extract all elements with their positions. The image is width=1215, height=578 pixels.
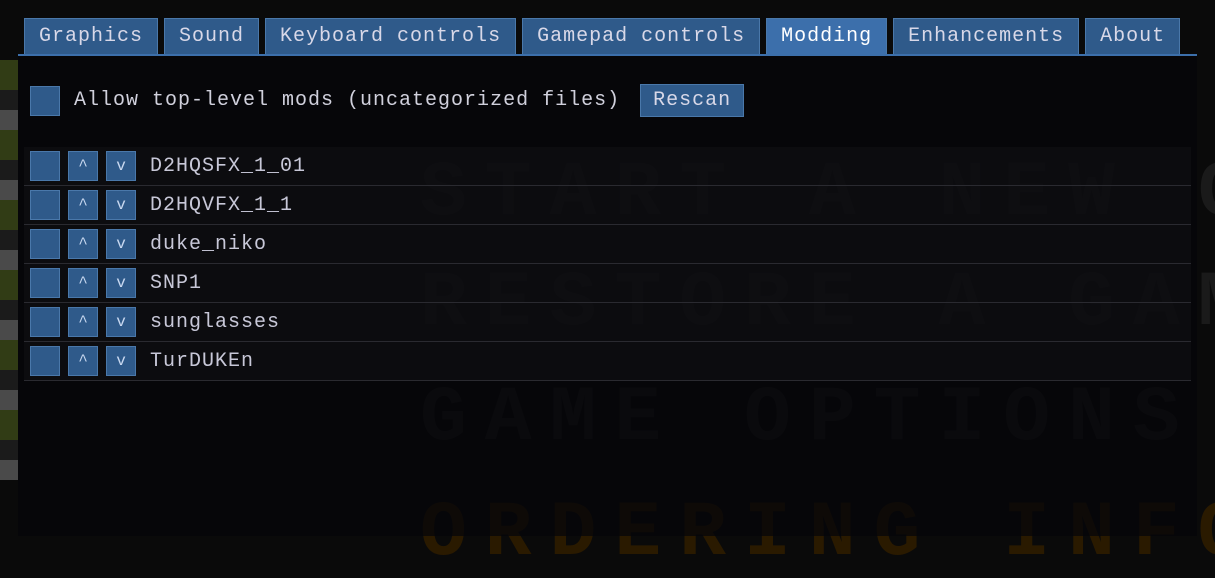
move-up-button[interactable]: ^ (68, 268, 98, 298)
move-up-button[interactable]: ^ (68, 346, 98, 376)
mod-enable-checkbox[interactable] (30, 190, 60, 220)
move-down-button[interactable]: v (106, 190, 136, 220)
move-up-button[interactable]: ^ (68, 190, 98, 220)
move-down-button[interactable]: v (106, 307, 136, 337)
tab-modding[interactable]: Modding (766, 18, 887, 54)
tab-enhancements[interactable]: Enhancements (893, 18, 1079, 54)
move-up-button[interactable]: ^ (68, 307, 98, 337)
move-down-button[interactable]: v (106, 151, 136, 181)
tab-sound[interactable]: Sound (164, 18, 259, 54)
mod-enable-checkbox[interactable] (30, 151, 60, 181)
allow-top-level-mods-checkbox[interactable] (30, 86, 60, 116)
move-down-button[interactable]: v (106, 346, 136, 376)
mod-enable-checkbox[interactable] (30, 268, 60, 298)
mod-name-label: duke_niko (144, 233, 267, 256)
mod-list: ^ v D2HQSFX_1_01 ^ v D2HQVFX_1_1 ^ v duk… (18, 147, 1197, 381)
mod-name-label: TurDUKEn (144, 350, 254, 373)
move-up-button[interactable]: ^ (68, 229, 98, 259)
tab-content-modding: Allow top-level mods (uncategorized file… (18, 54, 1197, 536)
mod-enable-checkbox[interactable] (30, 307, 60, 337)
tab-bar: Graphics Sound Keyboard controls Gamepad… (0, 0, 1215, 54)
rescan-button[interactable]: Rescan (640, 84, 744, 117)
tab-about[interactable]: About (1085, 18, 1180, 54)
mod-name-label: D2HQVFX_1_1 (144, 194, 293, 217)
move-down-button[interactable]: v (106, 229, 136, 259)
mod-row: ^ v sunglasses (24, 303, 1191, 342)
options-panel: Graphics Sound Keyboard controls Gamepad… (0, 0, 1215, 538)
mod-row: ^ v SNP1 (24, 264, 1191, 303)
mod-name-label: sunglasses (144, 311, 280, 334)
mod-name-label: SNP1 (144, 272, 202, 295)
mod-row: ^ v duke_niko (24, 225, 1191, 264)
mod-row: ^ v TurDUKEn (24, 342, 1191, 381)
modding-options-row: Allow top-level mods (uncategorized file… (18, 84, 1197, 147)
allow-top-level-mods-label: Allow top-level mods (uncategorized file… (74, 89, 620, 112)
move-up-button[interactable]: ^ (68, 151, 98, 181)
tab-keyboard-controls[interactable]: Keyboard controls (265, 18, 516, 54)
tab-gamepad-controls[interactable]: Gamepad controls (522, 18, 760, 54)
mod-enable-checkbox[interactable] (30, 229, 60, 259)
move-down-button[interactable]: v (106, 268, 136, 298)
mod-name-label: D2HQSFX_1_01 (144, 155, 306, 178)
tab-graphics[interactable]: Graphics (24, 18, 158, 54)
mod-row: ^ v D2HQVFX_1_1 (24, 186, 1191, 225)
mod-enable-checkbox[interactable] (30, 346, 60, 376)
mod-row: ^ v D2HQSFX_1_01 (24, 147, 1191, 186)
